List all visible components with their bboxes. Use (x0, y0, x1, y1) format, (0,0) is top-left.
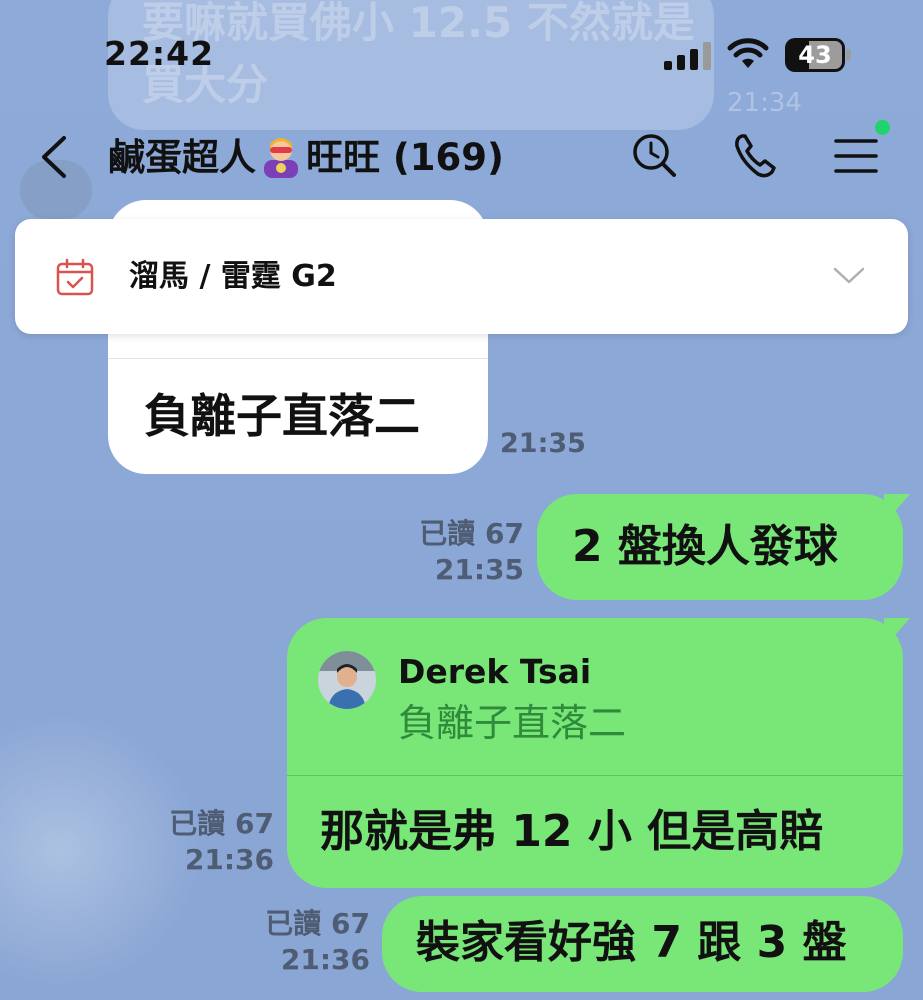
reply-quoted-text: 負離子直落二 (398, 701, 627, 745)
status-time: 22:42 (104, 34, 215, 73)
back-icon[interactable] (36, 134, 72, 180)
reply-divider (287, 775, 903, 776)
background-message-time: 21:34 (727, 88, 802, 118)
read-count: 已讀 67 (419, 517, 524, 550)
reply-avatar (318, 651, 376, 709)
chat-title-part-2: 旺旺 (169) (306, 136, 504, 179)
message-time: 21:35 (434, 553, 524, 586)
online-indicator (875, 120, 890, 135)
wifi-icon (727, 38, 769, 68)
search-icon[interactable] (628, 130, 680, 182)
chevron-down-icon[interactable] (832, 265, 866, 287)
menu-icon[interactable] (830, 130, 882, 182)
read-receipt: 已讀 67 21:36 (236, 906, 370, 978)
cellular-signal-icon (664, 42, 714, 70)
outgoing-message-text: 裝家看好強 7 跟 3 盤 (416, 917, 847, 968)
message-time: 21:36 (280, 943, 370, 976)
avatar-photo-icon (318, 651, 376, 709)
reply-sender-name: Derek Tsai (398, 652, 592, 691)
superhero-emoji-icon (264, 138, 298, 178)
read-receipt: 已讀 67 21:35 (390, 516, 524, 588)
read-count: 已讀 67 (265, 907, 370, 940)
outgoing-message-text: 那就是弗 12 小 但是高賠 (320, 806, 824, 857)
chat-title[interactable]: 鹹蛋超人 旺旺 (169) (108, 132, 504, 183)
phone-icon[interactable] (730, 130, 782, 182)
battery-icon: 43 (785, 38, 851, 72)
calendar-icon (56, 258, 94, 296)
incoming-message-time: 21:35 (500, 428, 586, 459)
incoming-message-text: 負離子直落二 (144, 389, 420, 443)
message-divider (108, 358, 488, 359)
battery-level: 43 (798, 41, 832, 69)
background-message-text: 要嘛就買佛小 12.5 不然就是買大分 (142, 0, 695, 109)
message-time: 21:36 (184, 843, 274, 876)
pinned-announcement-text: 溜馬 / 雷霆 G2 (129, 259, 337, 294)
chat-title-part-1: 鹹蛋超人 (108, 136, 256, 179)
pinned-announcement[interactable]: 溜馬 / 雷霆 G2 (15, 219, 908, 334)
outgoing-message-text: 2 盤換人發球 (572, 521, 838, 572)
read-receipt: 已讀 67 21:36 (140, 806, 274, 878)
read-count: 已讀 67 (169, 807, 274, 840)
